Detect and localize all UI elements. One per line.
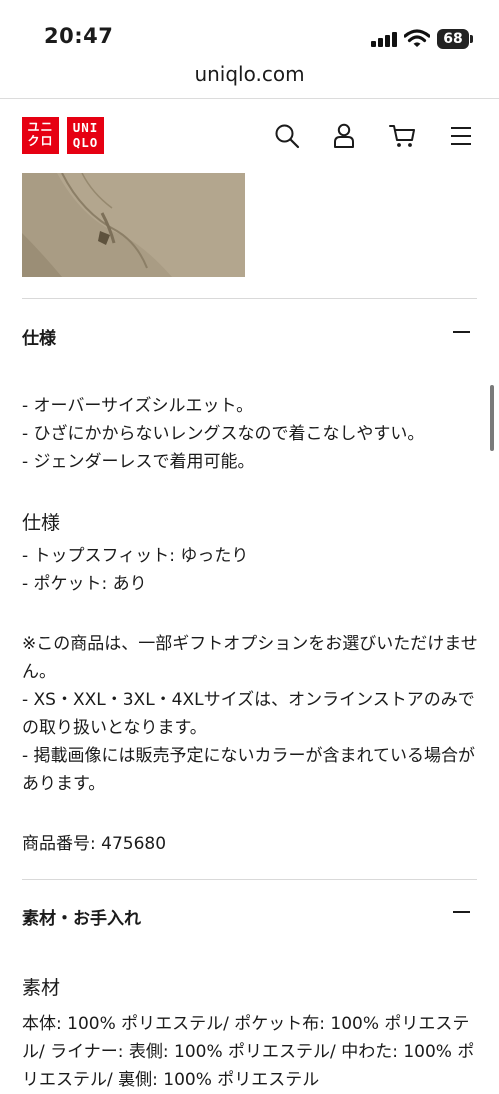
material-text: 本体: 100% ポリエステル/ ポケット布: 100% ポリエステル/ ライナ…: [22, 1014, 475, 1090]
address-bar[interactable]: uniqlo.com: [0, 62, 499, 86]
uniqlo-logo-en[interactable]: UNIQLO: [67, 117, 104, 154]
divider: [0, 98, 499, 99]
logo-text-en: UNIQLO: [72, 120, 99, 150]
feature-list: - オーバーサイズシルエット。 - ひざにかからないレングスなので着こなしやすい…: [22, 396, 425, 472]
battery-tip: [470, 35, 473, 43]
collapse-icon[interactable]: [453, 331, 470, 333]
wifi-icon: [404, 29, 430, 47]
scrollbar[interactable]: [490, 385, 494, 451]
product-number: 商品番号: 475680: [22, 834, 167, 854]
menu-icon[interactable]: [450, 123, 472, 149]
account-icon[interactable]: [333, 123, 355, 149]
battery-icon: 68: [437, 29, 469, 49]
uniqlo-logo-jp[interactable]: ユニクロ: [22, 117, 59, 154]
notes-text: ※この商品は、一部ギフトオプションをお選びいただけません。 - XS・XXL・3…: [22, 634, 478, 794]
cellular-signal-icon: [371, 31, 399, 47]
spec-section-title[interactable]: 仕様: [22, 324, 56, 349]
product-photo-icon: [22, 173, 245, 277]
status-bar: 20:47 68: [0, 0, 499, 60]
product-image: [22, 173, 245, 277]
spec-subheading: 仕様: [22, 512, 61, 534]
material-section-title[interactable]: 素材・お手入れ: [22, 904, 141, 929]
divider: [22, 298, 477, 299]
collapse-icon[interactable]: [453, 911, 470, 913]
cart-icon[interactable]: [389, 123, 417, 149]
spec-list: - トップスフィット: ゆったり - ポケット: あり: [22, 546, 249, 594]
material-subheading: 素材: [22, 977, 61, 999]
divider: [22, 879, 477, 880]
status-time: 20:47: [44, 24, 114, 48]
logo-text-jp: ユニクロ: [27, 120, 54, 148]
search-icon[interactable]: [274, 123, 300, 149]
